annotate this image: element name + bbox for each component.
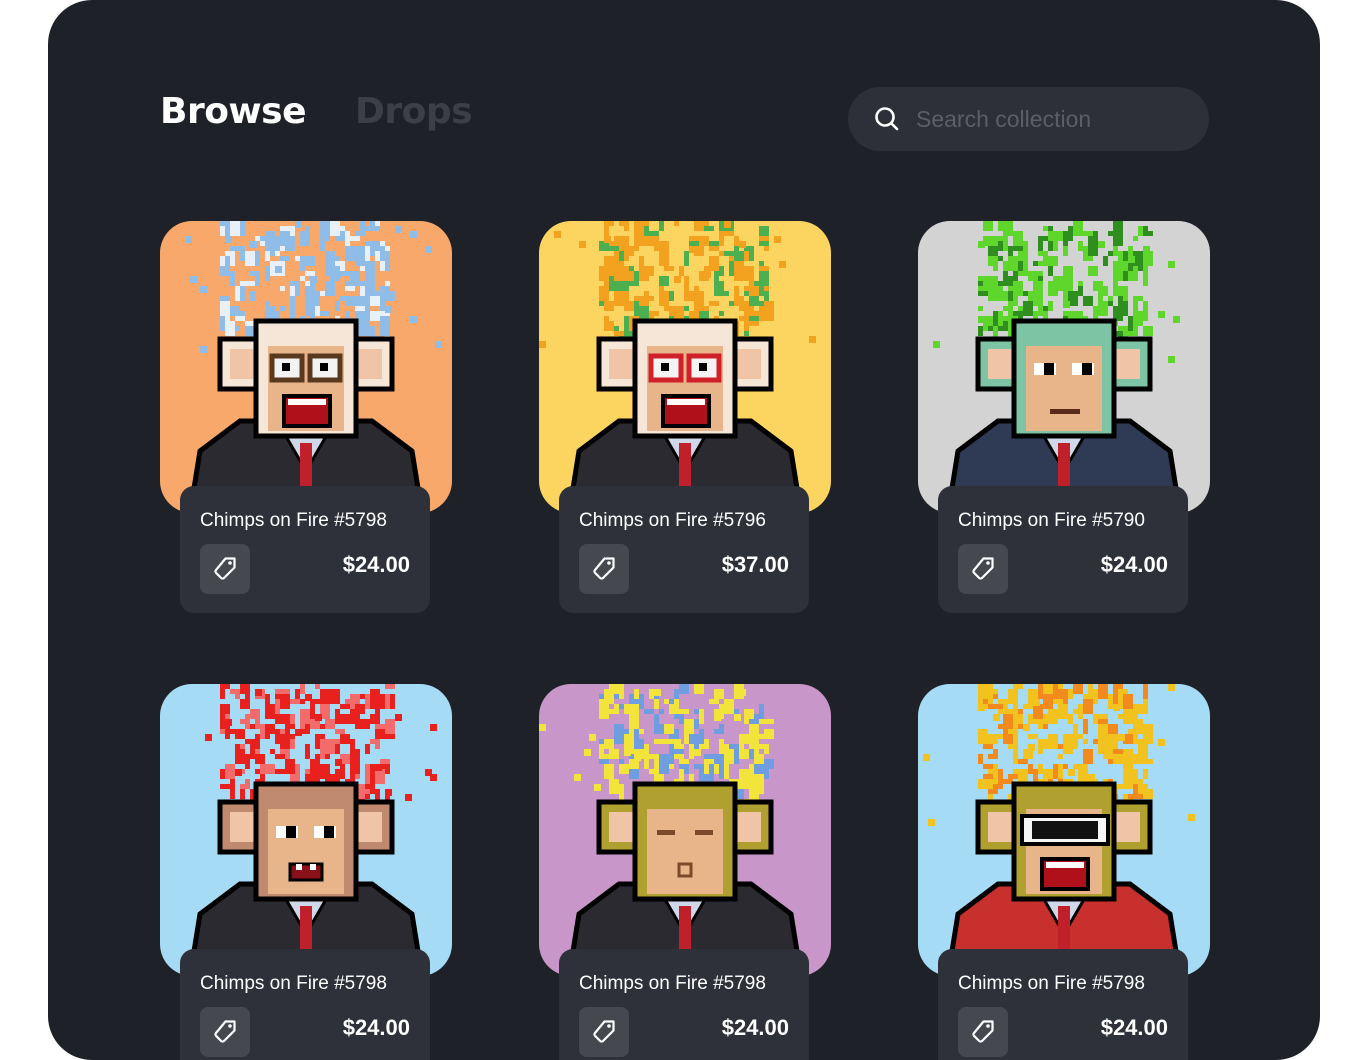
nft-card[interactable]: Chimps on Fire #5796 $37.00 [539,221,831,641]
nft-card[interactable]: Chimps on Fire #5798 $24.00 [160,684,452,1060]
nft-name: Chimps on Fire #5798 [579,973,766,994]
price-tag-button[interactable] [200,544,250,594]
nft-card[interactable]: Chimps on Fire #5798 $24.00 [160,221,452,641]
price-tag-button[interactable] [200,1007,250,1057]
price-tag-button[interactable] [958,544,1008,594]
nft-price: $24.00 [721,1015,789,1040]
nft-price: $24.00 [342,1015,410,1040]
price-tag-icon [214,1020,236,1043]
price-tag-button[interactable] [579,1007,629,1057]
nft-image[interactable] [160,221,452,513]
nft-info-panel: Chimps on Fire #5798 $24.00 [180,949,430,1060]
nft-info-panel: Chimps on Fire #5798 $24.00 [559,949,809,1060]
nft-image[interactable] [539,684,831,976]
tab-browse[interactable]: Browse [160,92,307,132]
price-tag-icon [593,557,615,580]
nft-artwork [918,684,1210,976]
search-icon [875,107,899,131]
nft-artwork [539,684,831,976]
nft-price: $24.00 [1100,1015,1168,1040]
price-tag-button[interactable] [958,1007,1008,1057]
nft-info-panel: Chimps on Fire #5790 $24.00 [938,486,1188,613]
nft-name: Chimps on Fire #5798 [200,510,387,531]
nft-artwork [918,221,1210,513]
nft-image[interactable] [160,684,452,976]
tab-drops[interactable]: Drops [355,92,473,132]
main-panel: Browse Drops Chimps on Fire #5798 $24.00… [48,0,1320,1060]
nft-price: $37.00 [721,552,789,577]
nft-image[interactable] [539,221,831,513]
nft-card[interactable]: Chimps on Fire #5798 $24.00 [918,684,1210,1060]
price-tag-icon [593,1020,615,1043]
nft-info-panel: Chimps on Fire #5798 $24.00 [180,486,430,613]
nft-name: Chimps on Fire #5798 [200,973,387,994]
price-tag-icon [972,557,994,580]
price-tag-icon [214,557,236,580]
nft-card[interactable]: Chimps on Fire #5790 $24.00 [918,221,1210,641]
nft-artwork [539,221,831,513]
nft-image[interactable] [918,221,1210,513]
nft-image[interactable] [918,684,1210,976]
nft-artwork [160,221,452,513]
nft-artwork [160,684,452,976]
search-input[interactable] [916,99,1186,139]
nft-name: Chimps on Fire #5796 [579,510,766,531]
nft-name: Chimps on Fire #5798 [958,973,1145,994]
nft-card[interactable]: Chimps on Fire #5798 $24.00 [539,684,831,1060]
nft-price: $24.00 [1100,552,1168,577]
nft-info-panel: Chimps on Fire #5796 $37.00 [559,486,809,613]
search-bar [848,87,1209,151]
nft-price: $24.00 [342,552,410,577]
price-tag-button[interactable] [579,544,629,594]
nft-name: Chimps on Fire #5790 [958,510,1145,531]
price-tag-icon [972,1020,994,1043]
nft-info-panel: Chimps on Fire #5798 $24.00 [938,949,1188,1060]
